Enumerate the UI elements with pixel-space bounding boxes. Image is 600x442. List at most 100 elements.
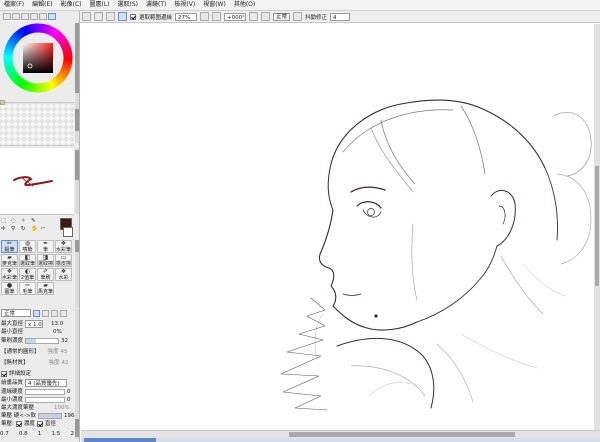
preset-size[interactable]: 0.7 xyxy=(0,431,9,437)
blend-mode-select[interactable]: 正常 xyxy=(1,309,31,317)
selection-show-icon[interactable] xyxy=(118,12,127,21)
tool-button[interactable]: ◧ 選取筆 xyxy=(19,254,36,267)
tool-button[interactable]: ▭ 橡皮擦 xyxy=(55,254,72,267)
edge-hardness-row: 邊緣硬度 0 xyxy=(1,389,71,395)
max-size-value: 13.0 xyxy=(51,321,64,327)
select-rect-icon[interactable]: ⬚ xyxy=(1,218,10,225)
brush-shape-hard-icon[interactable] xyxy=(60,309,67,317)
scratchpad-tab-icon[interactable] xyxy=(48,13,56,20)
zoom-tool-icon[interactable]: ⚲ xyxy=(11,226,20,233)
tool-button[interactable]: ✒ 筆 xyxy=(37,240,54,253)
tool-button[interactable]: ◍ 噴槍 xyxy=(19,240,36,253)
advanced-row: 詳細設定 xyxy=(1,371,31,377)
preset-size[interactable]: 1.5 xyxy=(52,431,61,437)
brush-shape-soft-icon[interactable] xyxy=(42,309,49,317)
menu-other[interactable]: 其他(O) xyxy=(230,0,259,10)
menu-filter[interactable]: 濾鏡(T) xyxy=(142,0,170,10)
tool-grid-scrollbar[interactable] xyxy=(75,240,79,308)
edge-hardness-slider[interactable] xyxy=(25,389,66,395)
advanced-label: 詳細設定 xyxy=(9,371,32,377)
rotate-right-icon[interactable] xyxy=(261,12,271,21)
menu-window[interactable]: 視窗(W) xyxy=(199,0,230,10)
tool-button[interactable]: ❖ 水彩 xyxy=(55,268,72,281)
tool-button[interactable]: ❖ 水彩筆 xyxy=(55,240,72,253)
quality-select[interactable]: 4 (品質優先) xyxy=(25,379,68,387)
tool-button[interactable]: ▰ 馬克筆 xyxy=(37,282,54,295)
rotate-left-icon[interactable] xyxy=(249,12,259,21)
size-multiplier[interactable]: x 1.0 xyxy=(25,320,44,328)
color-panel-scrollbar[interactable] xyxy=(75,23,79,103)
zoom-out-icon[interactable] xyxy=(212,12,222,21)
hsv-slider-tab-icon[interactable] xyxy=(21,13,29,20)
swatch-handle-icon[interactable] xyxy=(0,100,5,105)
pressure-size-checkbox[interactable] xyxy=(36,421,43,427)
swatch-scrollbar[interactable] xyxy=(75,103,79,143)
eyedropper-icon[interactable]: ✎ xyxy=(31,218,40,225)
tool-button[interactable]: ✏ 鉛筆 xyxy=(1,240,18,253)
preset-size[interactable]: 0.8 xyxy=(19,431,28,437)
tool-button[interactable]: ✐ 筆刷 xyxy=(37,268,54,281)
menu-image[interactable]: 影像(C) xyxy=(57,0,86,10)
tool-button[interactable]: ▰ 麥克筆 xyxy=(1,254,18,267)
move-icon[interactable]: ✛ xyxy=(1,226,10,233)
menu-layer[interactable]: 圖層(L) xyxy=(86,0,114,10)
preset-size[interactable]: 2 xyxy=(71,431,75,437)
secondary-color-swatch[interactable] xyxy=(63,227,73,237)
drawing-canvas[interactable] xyxy=(81,24,593,430)
selection-rect-icon[interactable] xyxy=(82,12,91,21)
tool-button[interactable]: ❖ 水彩筆 xyxy=(1,268,18,281)
swatch-area[interactable] xyxy=(0,102,74,146)
shape-row: 【通常的圓形】 強度 45 xyxy=(1,349,68,355)
lasso-icon[interactable]: ◌ xyxy=(11,218,20,225)
tool-button[interactable]: ✑ 毛筆 xyxy=(19,282,36,295)
eyedrop-icon[interactable]: ⌐ xyxy=(41,226,50,233)
min-size-value[interactable]: 0% xyxy=(53,329,62,335)
hand-icon[interactable]: ✋ xyxy=(31,226,40,233)
tool-button[interactable]: ◨ 選取擦 xyxy=(37,254,54,267)
texture-select[interactable]: 【無材質】 xyxy=(1,360,29,366)
pressure-row: 筆壓: 濃度 直徑 xyxy=(1,421,56,427)
flip-horizontal-icon[interactable] xyxy=(293,12,303,21)
tool-button[interactable]: ◐ 2值筆 xyxy=(19,268,36,281)
min-density-slider[interactable] xyxy=(25,397,66,403)
scratch-pad-scrollbar[interactable] xyxy=(75,148,79,214)
rgb-slider-tab-icon[interactable] xyxy=(12,13,20,20)
swatch-tab-icon[interactable] xyxy=(39,13,47,20)
pressure-density-label: 濃度 xyxy=(23,421,35,427)
advanced-checkbox[interactable] xyxy=(1,371,7,377)
brush-shape-flat-icon[interactable] xyxy=(51,309,58,317)
menu-view[interactable]: 檢視(V) xyxy=(170,0,199,10)
pressure-density-checkbox[interactable] xyxy=(15,421,22,427)
zoom-in-icon[interactable] xyxy=(200,12,210,21)
scratch-pad[interactable] xyxy=(0,148,74,215)
normal-view-button[interactable]: 正常 xyxy=(273,12,291,21)
tool-label: 選取擦 xyxy=(38,261,54,267)
menu-edit[interactable]: 編輯(E) xyxy=(28,0,56,10)
tool-label: 噴槍 xyxy=(22,247,33,253)
brush-settings-scrollbar[interactable] xyxy=(75,309,79,439)
menu-file[interactable]: 檔案(F) xyxy=(0,0,28,10)
color-wheel-tab-icon[interactable] xyxy=(3,13,11,20)
min-size-row: 最小直徑 0% xyxy=(1,329,62,335)
stabilizer-field[interactable]: 4 xyxy=(330,12,351,21)
shape-select[interactable]: 【通常的圓形】 xyxy=(1,349,40,355)
color-wheel[interactable] xyxy=(2,22,74,94)
rotation-field[interactable]: +000° xyxy=(224,12,247,21)
pressure-hardness-slider[interactable] xyxy=(37,413,62,419)
brush-shape-round-icon[interactable] xyxy=(33,309,40,317)
selection-invert-icon[interactable] xyxy=(106,12,115,21)
zoom-field[interactable]: 27% xyxy=(175,12,198,21)
preset-size[interactable]: 1 xyxy=(38,431,42,437)
quality-row: 繪畫品質 4 (品質優先) xyxy=(1,379,68,387)
selection-clear-icon[interactable] xyxy=(94,12,103,21)
texture-row: 【無材質】 強度 42 xyxy=(1,360,69,366)
density-slider[interactable] xyxy=(25,338,60,344)
magic-wand-icon[interactable]: ✧ xyxy=(21,218,30,225)
mix-tab-icon[interactable] xyxy=(30,13,38,20)
rotate-tool-icon[interactable]: ↻ xyxy=(21,226,30,233)
menu-select[interactable]: 選取(S) xyxy=(114,0,143,10)
select-source-checkbox[interactable] xyxy=(130,13,136,20)
canvas-vertical-scrollbar[interactable] xyxy=(594,24,600,430)
tool-button[interactable]: ● 圓筆 xyxy=(1,282,18,295)
